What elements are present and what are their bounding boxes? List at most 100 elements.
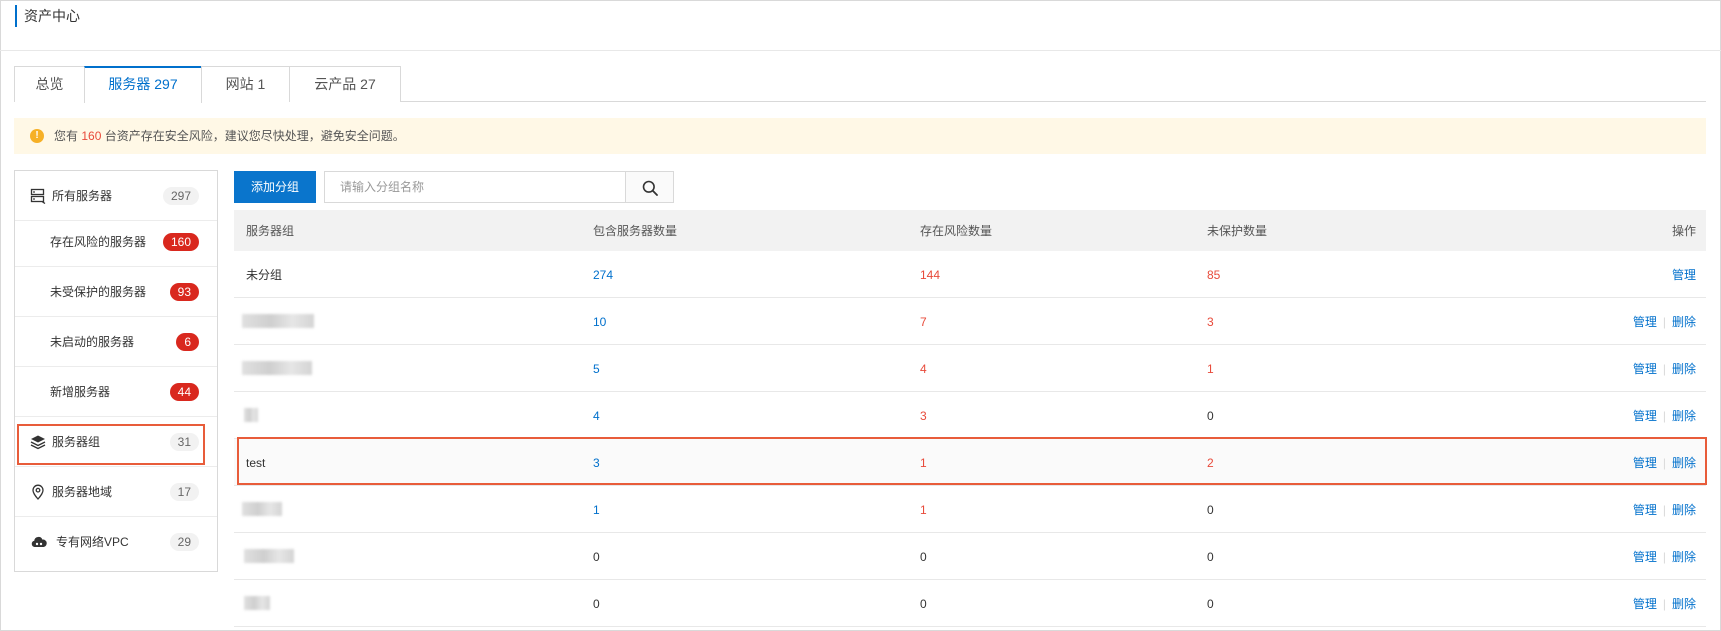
manage-link[interactable]: 管理 [1633,315,1657,329]
delete-link[interactable]: 删除 [1672,503,1696,517]
unprotected-count-link[interactable]: 85 [1207,266,1220,284]
cloud-icon [30,534,47,550]
action-separator: | [1662,362,1666,376]
risk-count-link[interactable]: 1 [920,501,927,519]
server-count: 0 [593,550,600,564]
tab-cloud-products[interactable]: 云产品 27 [289,66,401,102]
table-row: 0 0 0 管理 | 删除 [234,533,1706,580]
server-list-icon [30,188,46,205]
delete-link[interactable]: 删除 [1672,409,1696,423]
warning-icon: ! [30,129,44,143]
risk-count-link[interactable]: 3 [920,407,927,425]
page-title: 资产中心 [24,8,80,24]
row-actions: 管理 [1672,266,1696,284]
group-search-input[interactable] [324,171,626,203]
manage-link[interactable]: 管理 [1633,503,1657,517]
row-actions: 管理 | 删除 [1633,360,1696,378]
sidebar-item-count: 29 [169,533,199,551]
risk-alert-banner: ! 您有 160 台资产存在安全风险，建议您尽快处理，避免安全问题。 [14,118,1706,154]
action-separator: | [1662,409,1666,423]
group-name-redacted [242,314,314,328]
server-count-link[interactable]: 1 [593,501,600,519]
header-risk: 存在风险数量 [920,224,993,238]
delete-link[interactable]: 删除 [1672,550,1696,564]
sidebar-item-count: 17 [169,483,199,501]
manage-link[interactable]: 管理 [1633,597,1657,611]
action-separator: | [1662,503,1666,517]
sidebar-item-label: 未启动的服务器 [50,335,135,349]
risk-count: 0 [920,597,927,611]
table-row: 1 1 0 管理 | 删除 [234,486,1706,533]
sidebar-item-label: 专有网络VPC [56,535,129,549]
location-pin-icon [30,484,46,500]
group-name-redacted [244,408,258,422]
tab-bar: 总览 服务器 297 网站 1 云产品 27 [14,66,1706,103]
manage-link[interactable]: 管理 [1633,409,1657,423]
action-separator: | [1662,550,1666,564]
row-actions: 管理 | 删除 [1633,501,1696,519]
sidebar-item-label: 新增服务器 [50,385,111,399]
row-actions: 管理 | 删除 [1633,595,1696,613]
server-count-link[interactable]: 274 [593,266,613,284]
table-row: 未分组 274 144 85 管理 [234,251,1706,298]
manage-link[interactable]: 管理 [1672,268,1696,282]
search-button[interactable] [625,171,674,203]
manage-link[interactable]: 管理 [1633,550,1657,564]
row-actions: 管理 | 删除 [1633,313,1696,331]
sidebar-item-count: 160 [162,233,199,251]
sidebar-item-count: 93 [169,283,199,301]
sidebar-item-stopped-servers[interactable]: 未启动的服务器 6 [15,317,217,367]
group-name-redacted [242,502,282,516]
alert-suffix: 台资产存在安全风险，建议您尽快处理，避免安全问题。 [104,129,405,143]
server-count-link[interactable]: 10 [593,313,606,331]
delete-link[interactable]: 删除 [1672,597,1696,611]
sidebar-item-new-servers[interactable]: 新增服务器 44 [15,367,217,417]
tab-websites[interactable]: 网站 1 [201,66,290,102]
manage-link[interactable]: 管理 [1633,362,1657,376]
sidebar-item-all-servers[interactable]: 所有服务器 297 [15,171,217,221]
page-header: 资产中心 [0,0,1721,51]
unprotected-count: 0 [1207,597,1214,611]
table-header: 服务器组 包含服务器数量 存在风险数量 未保护数量 操作 [234,210,1706,251]
header-group: 服务器组 [246,224,295,238]
risk-count-link[interactable]: 7 [920,313,927,331]
add-group-button[interactable]: 添加分组 [234,171,316,203]
header-unprotected: 未保护数量 [1207,224,1268,238]
action-separator: | [1662,597,1666,611]
risk-count: 0 [920,550,927,564]
delete-link[interactable]: 删除 [1672,315,1696,329]
server-count: 0 [593,597,600,611]
table-row: 10 7 3 管理 | 删除 [234,298,1706,345]
risk-count-link[interactable]: 4 [920,360,927,378]
sidebar-item-risk-servers[interactable]: 存在风险的服务器 160 [15,217,217,267]
group-name: 未分组 [246,268,283,282]
row-actions: 管理 | 删除 [1633,548,1696,566]
row-selection-highlight [237,437,1707,485]
group-name-redacted [244,596,270,610]
sidebar-item-count: 44 [169,383,199,401]
unprotected-count-link[interactable]: 3 [1207,313,1214,331]
unprotected-count: 0 [1207,409,1214,423]
delete-link[interactable]: 删除 [1672,362,1696,376]
unprotected-count-link[interactable]: 1 [1207,360,1214,378]
title-accent-bar [15,5,17,27]
table-row: 4 3 0 管理 | 删除 [234,392,1706,439]
alert-risk-count: 160 [81,129,102,143]
search-icon [642,180,658,196]
sidebar-item-vpc[interactable]: 专有网络VPC 29 [15,517,217,567]
table-row: 5 4 1 管理 | 删除 [234,345,1706,392]
tab-servers[interactable]: 服务器 297 [84,66,202,103]
sidebar-item-count: 297 [162,187,199,205]
sidebar-item-label: 存在风险的服务器 [50,235,147,249]
tab-overview[interactable]: 总览 [14,66,85,102]
sidebar-item-unprotected-servers[interactable]: 未受保护的服务器 93 [15,267,217,317]
server-count-link[interactable]: 4 [593,407,600,425]
alert-prefix: 您有 [54,129,79,143]
action-separator: | [1662,315,1666,329]
sidebar-item-server-regions[interactable]: 服务器地域 17 [15,467,217,517]
sidebar-item-label: 未受保护的服务器 [50,285,147,299]
server-count-link[interactable]: 5 [593,360,600,378]
risk-count-link[interactable]: 144 [920,266,940,284]
header-actions: 操作 [1671,224,1696,238]
sidebar-item-count: 6 [176,333,199,351]
